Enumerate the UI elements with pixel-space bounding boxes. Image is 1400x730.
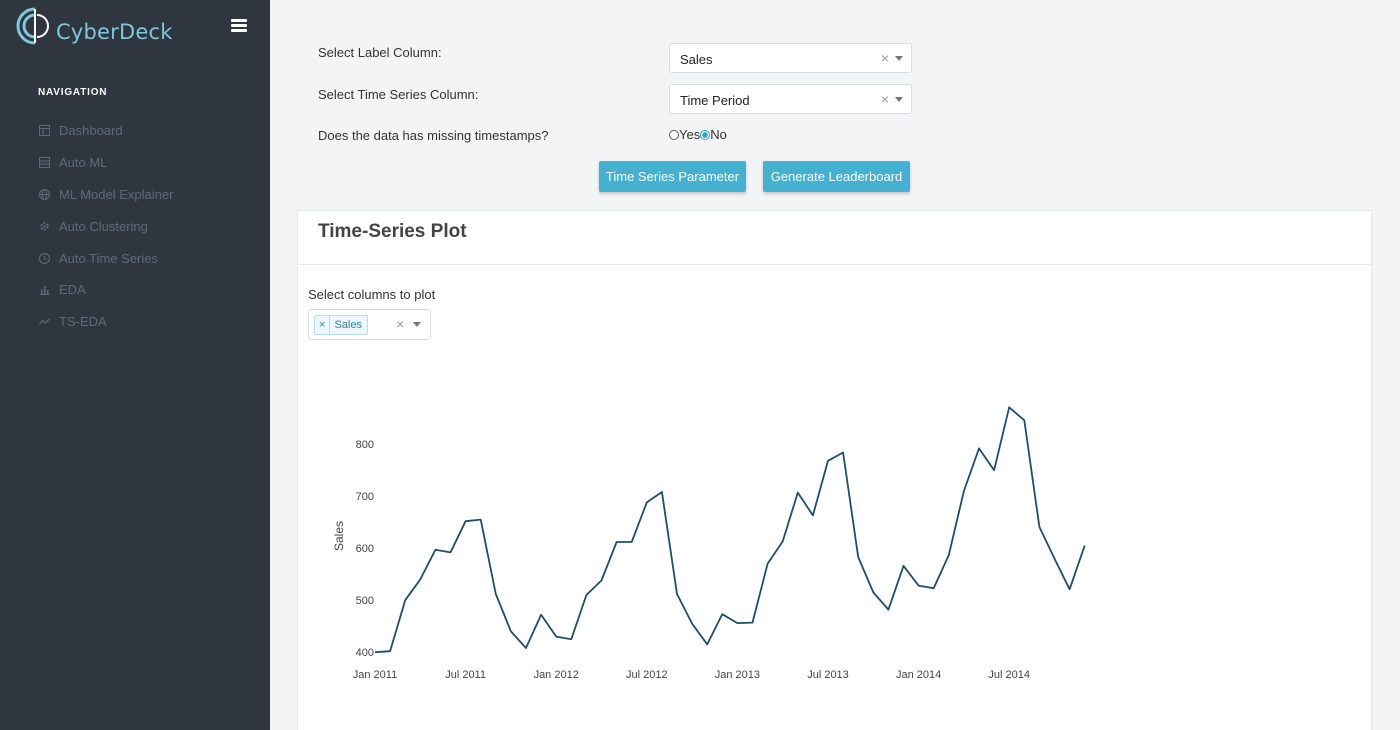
time-series-chart: 400 500 600 700 800 Jan 2011 Jul 2011 Jan 2012 J… [332, 406, 1086, 681]
y-tick-label: 700 [356, 491, 374, 503]
y-tick-label: 500 [356, 595, 374, 607]
x-tick-label: Jan 2014 [896, 669, 941, 681]
y-axis-label: Sales [332, 521, 346, 551]
x-tick-label: Jul 2013 [807, 669, 849, 681]
x-tick-label: Jul 2012 [626, 669, 668, 681]
y-tick-label: 400 [356, 647, 374, 659]
y-tick-label: 800 [356, 439, 374, 451]
x-tick-label: Jan 2012 [534, 669, 579, 681]
series-line-sales [374, 406, 1086, 654]
x-tick-label: Jan 2013 [715, 669, 760, 681]
x-tick-label: Jan 2011 [353, 669, 397, 681]
y-tick-label: 600 [356, 543, 374, 555]
x-tick-label: Jul 2011 [445, 669, 486, 681]
x-tick-label: Jul 2014 [988, 669, 1030, 681]
